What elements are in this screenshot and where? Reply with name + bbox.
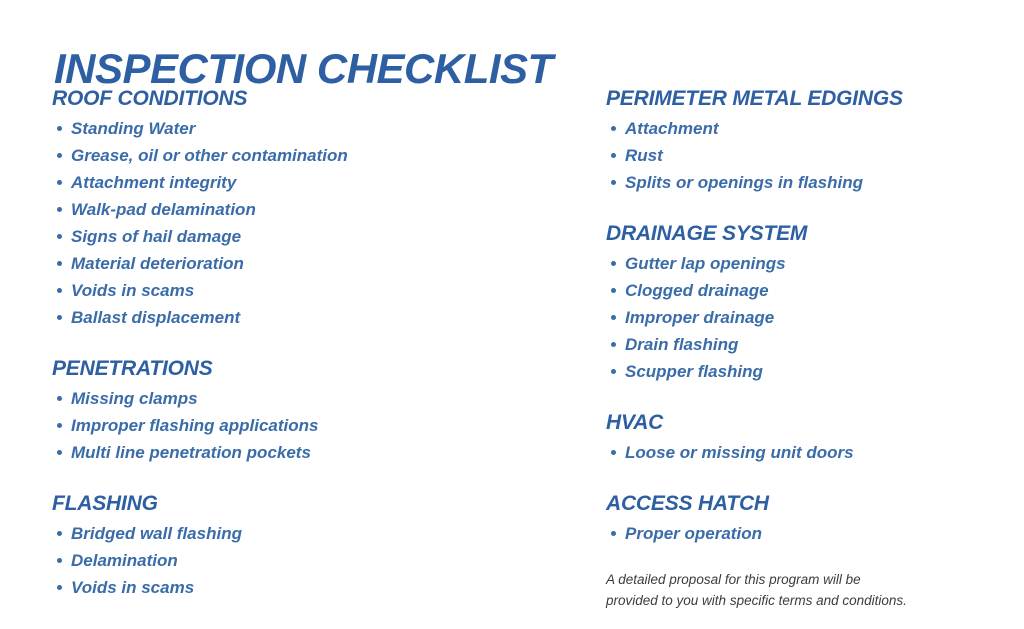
checklist-item[interactable]: Drain flashing [606,331,1006,358]
checklist-items-hvac: Loose or missing unit doors [606,439,1006,466]
bullet-icon [57,234,62,239]
checklist-item[interactable]: Splits or openings in flashing [606,169,1006,196]
bullet-icon [611,288,616,293]
bullet-icon [611,261,616,266]
checklist-item[interactable]: Proper operation [606,520,1006,547]
checklist-item-label: Gutter lap openings [625,254,786,273]
bullet-icon [57,126,62,131]
checklist-section-penetrations: PENETRATIONS Missing clamps Improper flash… [52,356,572,466]
bullet-icon [57,261,62,266]
checklist-item[interactable]: Gutter lap openings [606,250,1006,277]
bullet-icon [57,450,62,455]
checklist-item-label: Improper drainage [625,308,775,327]
inspection-checklist-page: INSPECTION CHECKLIST ROOF CONDITIONS Stan… [0,0,1024,629]
checklist-item-label: Signs of hail damage [71,227,242,246]
bullet-icon [57,558,62,563]
checklist-item[interactable]: Attachment integrity [52,169,572,196]
footnote-line-2: provided to you with specific terms and … [606,593,907,608]
section-heading-penetrations: PENETRATIONS [52,357,213,380]
checklist-item-label: Loose or missing unit doors [625,443,854,462]
checklist-item[interactable]: Grease, oil or other contamination [52,142,572,169]
bullet-icon [611,531,616,536]
section-heading-hvac: HVAC [606,411,664,434]
checklist-items-drainage-system: Gutter lap openings Clogged drainage Impro… [606,250,1006,385]
checklist-item-label: Improper flashing applications [71,416,319,435]
bullet-icon [57,153,62,158]
checklist-item[interactable]: Attachment [606,115,1006,142]
checklist-item-label: Walk-pad delamination [71,200,256,219]
checklist-section-drainage-system: DRAINAGE SYSTEM Gutter lap openings Clogge… [606,221,1006,385]
checklist-item[interactable]: Scupper flashing [606,358,1006,385]
checklist-item[interactable]: Rust [606,142,1006,169]
bullet-icon [57,315,62,320]
checklist-section-access-hatch: ACCESS HATCH Proper operation [606,491,1006,547]
checklist-item[interactable]: Walk-pad delamination [52,196,572,223]
footnote: A detailed proposal for this program wil… [606,569,946,611]
section-heading-access-hatch: ACCESS HATCH [606,492,769,515]
bullet-icon [611,315,616,320]
checklist-item[interactable]: Loose or missing unit doors [606,439,1006,466]
checklist-item-label: Bridged wall flashing [71,524,242,543]
checklist-item-label: Splits or openings in flashing [625,173,864,192]
bullet-icon [57,585,62,590]
checklist-item[interactable]: Signs of hail damage [52,223,572,250]
checklist-item[interactable]: Standing Water [52,115,572,142]
checklist-item[interactable]: Voids in scams [52,277,572,304]
checklist-item-label: Multi line penetration pockets [71,443,311,462]
checklist-item[interactable]: Missing clamps [52,385,572,412]
bullet-icon [57,288,62,293]
checklist-item[interactable]: Clogged drainage [606,277,1006,304]
checklist-section-roof-conditions: ROOF CONDITIONS Standing Water Grease, oil… [52,86,572,331]
section-heading-drainage-system: DRAINAGE SYSTEM [606,222,808,245]
checklist-item-label: Delamination [71,551,178,570]
bullet-icon [611,180,616,185]
checklist-item[interactable]: Improper drainage [606,304,1006,331]
checklist-item-label: Standing Water [71,119,196,138]
checklist-item-label: Attachment integrity [71,173,237,192]
checklist-items-flashing: Bridged wall flashing Delamination Voids i… [52,520,572,601]
checklist-item-label: Grease, oil or other contamination [71,146,348,165]
checklist-item-label: Proper operation [625,524,762,543]
checklist-items-perimeter-metal-edgings: Attachment Rust Splits or openings in flas… [606,115,1006,196]
bullet-icon [57,531,62,536]
checklist-item-label: Scupper flashing [625,362,763,381]
checklist-item-label: Voids in scams [71,281,195,300]
checklist-item-label: Rust [625,146,663,165]
checklist-item[interactable]: Material deterioration [52,250,572,277]
checklist-item-label: Ballast displacement [71,308,241,327]
checklist-item-label: Drain flashing [625,335,739,354]
checklist-item-label: Voids in scams [71,578,195,597]
checklist-items-access-hatch: Proper operation [606,520,1006,547]
checklist-item[interactable]: Multi line penetration pockets [52,439,572,466]
checklist-item-label: Attachment [625,119,719,138]
bullet-icon [611,450,616,455]
checklist-item[interactable]: Bridged wall flashing [52,520,572,547]
bullet-icon [57,180,62,185]
checklist-item[interactable]: Delamination [52,547,572,574]
bullet-icon [611,369,616,374]
checklist-item-label: Missing clamps [71,389,198,408]
bullet-icon [57,423,62,428]
checklist-section-hvac: HVAC Loose or missing unit doors [606,410,1006,466]
checklist-column-left: ROOF CONDITIONS Standing Water Grease, oil… [52,86,572,601]
section-heading-flashing: FLASHING [52,492,158,515]
section-heading-perimeter-metal-edgings: PERIMETER METAL EDGINGS [606,87,903,110]
bullet-icon [57,396,62,401]
checklist-item[interactable]: Voids in scams [52,574,572,601]
checklist-item-label: Material deterioration [71,254,244,273]
checklist-section-perimeter-metal-edgings: PERIMETER METAL EDGINGS Attachment Rust Spl… [606,86,1006,196]
bullet-icon [611,126,616,131]
section-heading-roof-conditions: ROOF CONDITIONS [52,87,248,110]
checklist-items-roof-conditions: Standing Water Grease, oil or other conta… [52,115,572,331]
footnote-line-1: A detailed proposal for this program wil… [606,572,861,587]
bullet-icon [57,207,62,212]
checklist-section-flashing: FLASHING Bridged wall flashing Delaminatio… [52,491,572,601]
checklist-column-right: PERIMETER METAL EDGINGS Attachment Rust Spl… [606,86,1006,547]
bullet-icon [611,342,616,347]
checklist-items-penetrations: Missing clamps Improper flashing applicat… [52,385,572,466]
bullet-icon [611,153,616,158]
checklist-item-label: Clogged drainage [625,281,769,300]
checklist-item[interactable]: Improper flashing applications [52,412,572,439]
checklist-item[interactable]: Ballast displacement [52,304,572,331]
